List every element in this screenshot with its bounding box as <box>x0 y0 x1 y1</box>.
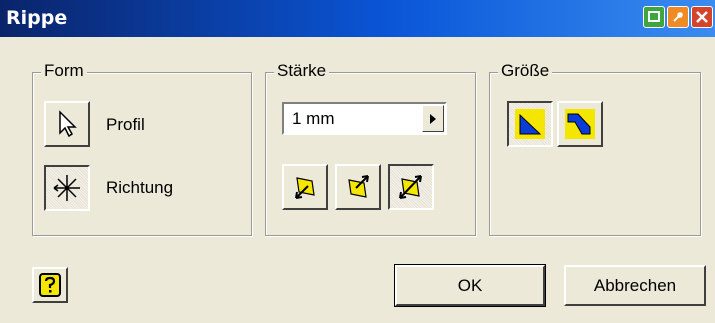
staerke-group: Stärke <box>265 61 476 236</box>
form-legend: Form <box>41 61 87 81</box>
profil-label: Profil <box>106 115 145 134</box>
thickness-symmetric-button[interactable] <box>388 164 434 210</box>
cancel-button[interactable]: Abbrechen <box>564 265 706 306</box>
groesse-legend: Größe <box>498 61 553 81</box>
extent-to-next-button[interactable] <box>507 101 553 147</box>
window-title: Rippe <box>6 7 68 29</box>
thickness-value[interactable]: 1 mm <box>292 109 335 129</box>
richtung-label: Richtung <box>106 178 174 197</box>
rippe-dialog: Rippe Form Profil Richtung Stärke 1 mm G… <box>0 0 715 323</box>
help-button[interactable] <box>32 267 68 303</box>
groesse-group: Größe <box>489 61 701 236</box>
thickness-side1-button[interactable] <box>282 164 328 210</box>
richtung-button[interactable] <box>44 165 90 211</box>
staerke-legend: Stärke <box>274 61 330 81</box>
title-bar[interactable]: Rippe <box>0 0 715 37</box>
extent-finite-button[interactable] <box>557 101 603 147</box>
arrow-right-icon[interactable] <box>422 105 444 132</box>
thickness-combo[interactable]: 1 mm <box>282 102 447 135</box>
green-icon[interactable] <box>643 6 665 28</box>
close-icon[interactable] <box>691 6 713 28</box>
form-group: Form <box>32 61 252 236</box>
profil-button[interactable] <box>44 101 90 147</box>
orange-icon[interactable] <box>667 6 689 28</box>
cancel-label: Abbrechen <box>593 276 677 295</box>
ok-button[interactable]: OK <box>394 264 546 307</box>
thickness-side2-button[interactable] <box>335 164 381 210</box>
ok-label: OK <box>457 276 483 295</box>
